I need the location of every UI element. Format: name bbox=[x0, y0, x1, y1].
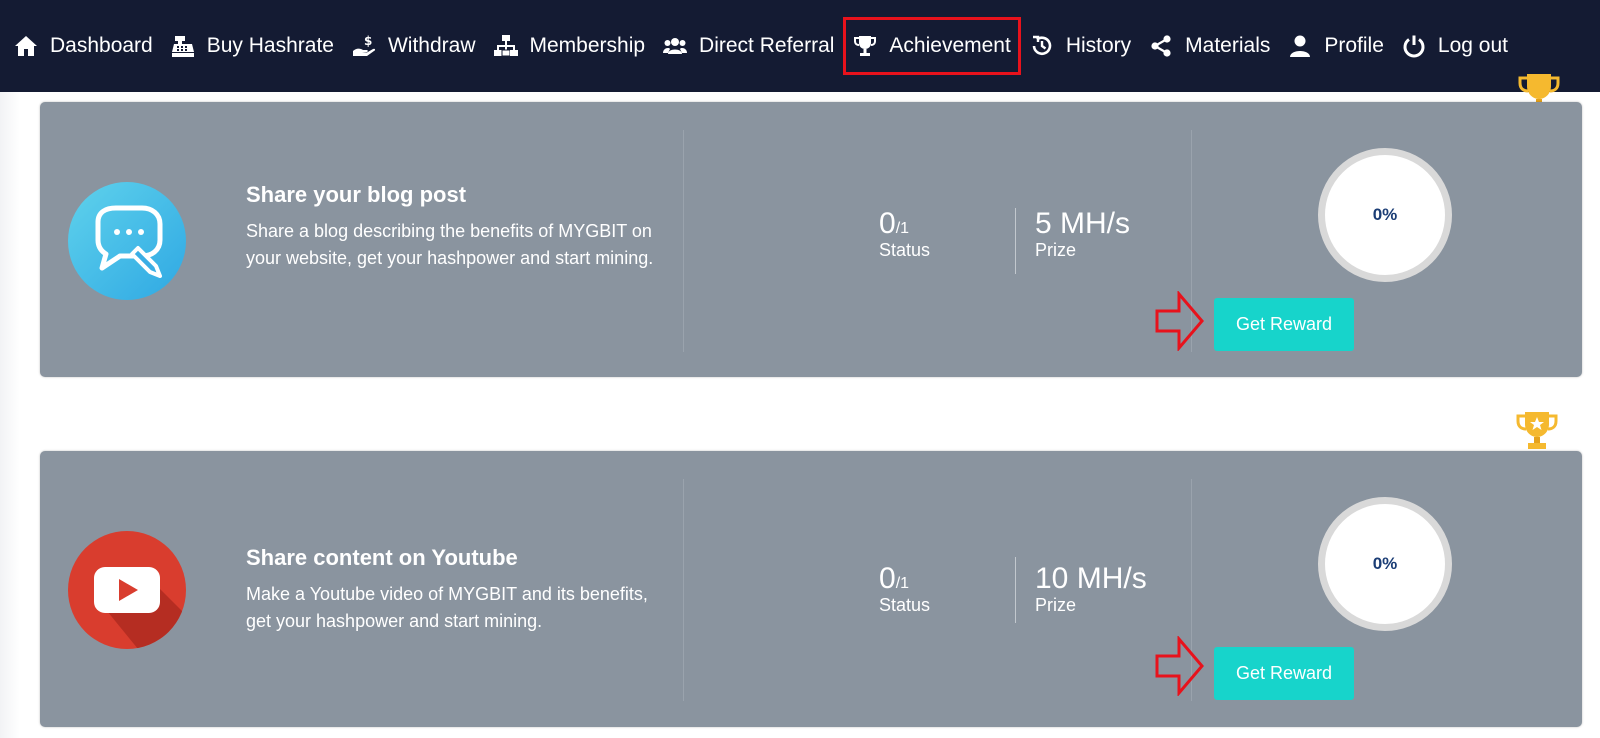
power-icon bbox=[1402, 34, 1426, 58]
hand-dollar-icon: $ bbox=[352, 34, 376, 58]
nav-withdraw-label: Withdraw bbox=[387, 34, 476, 57]
achievement-card: Share content on Youtube Make a Youtube … bbox=[40, 451, 1582, 727]
prize-value: 5 MH/s bbox=[1035, 207, 1131, 240]
achievement-description: Make a Youtube video of MYGBIT and its b… bbox=[246, 584, 648, 631]
status-value: 0 bbox=[879, 562, 896, 595]
nav-materials[interactable]: Materials bbox=[1140, 17, 1279, 75]
achievement-description: Share a blog describing the benefits of … bbox=[246, 221, 654, 268]
divider bbox=[1015, 208, 1016, 274]
get-reward-button[interactable]: Get Reward bbox=[1214, 298, 1354, 351]
trophy-icon bbox=[853, 34, 877, 58]
trophy-icon bbox=[1515, 408, 1559, 452]
nav-membership[interactable]: Membership bbox=[485, 17, 655, 75]
achievement-card: Share your blog post Share a blog descri… bbox=[40, 102, 1582, 377]
nav-membership-label: Membership bbox=[529, 34, 646, 57]
nav-achievement[interactable]: Achievement bbox=[843, 17, 1021, 75]
prize-value: 10 MH/s bbox=[1035, 562, 1147, 595]
nav-profile[interactable]: Profile bbox=[1279, 17, 1393, 75]
nav-achievement-label: Achievement bbox=[889, 34, 1011, 57]
nav-dashboard-label: Dashboard bbox=[50, 34, 153, 57]
nav-withdraw[interactable]: $ Withdraw bbox=[343, 17, 485, 75]
status-stat: 0/1 Status bbox=[879, 562, 931, 616]
annotation-arrow-icon bbox=[1155, 634, 1205, 698]
annotation-arrow-icon bbox=[1155, 289, 1205, 353]
status-label: Status bbox=[879, 595, 931, 615]
nav-direct-referral[interactable]: Direct Referral bbox=[654, 17, 843, 75]
chat-edit-icon bbox=[68, 182, 186, 300]
achievement-title: Share content on Youtube bbox=[246, 545, 518, 570]
user-icon bbox=[1288, 34, 1312, 58]
nav-history-label: History bbox=[1065, 34, 1132, 57]
status-label: Status bbox=[879, 240, 931, 260]
nav-materials-label: Materials bbox=[1185, 34, 1271, 57]
nav-logout[interactable]: Log out bbox=[1393, 17, 1517, 75]
status-total: /1 bbox=[895, 575, 910, 592]
progress-circle: 0% bbox=[1318, 497, 1452, 631]
nav-direct-referral-label: Direct Referral bbox=[699, 34, 835, 57]
prize-label: Prize bbox=[1035, 240, 1077, 260]
top-navbar: Dashboard Buy Hashrate $ Withdraw Member… bbox=[0, 0, 1600, 92]
prize-label: Prize bbox=[1035, 595, 1077, 615]
users-icon bbox=[663, 34, 688, 58]
divider bbox=[1015, 557, 1016, 623]
sitemap-icon bbox=[493, 34, 518, 58]
prize-stat: 10 MH/s Prize bbox=[1035, 562, 1147, 616]
status-total: /1 bbox=[895, 220, 910, 237]
divider bbox=[683, 479, 684, 701]
status-stat: 0/1 Status bbox=[879, 207, 931, 261]
divider bbox=[683, 130, 684, 352]
nav-buy-hashrate[interactable]: Buy Hashrate bbox=[162, 17, 343, 75]
share-icon bbox=[1149, 34, 1173, 58]
get-reward-button[interactable]: Get Reward bbox=[1214, 647, 1354, 700]
svg-text:$: $ bbox=[364, 34, 372, 48]
nav-logout-label: Log out bbox=[1437, 34, 1508, 57]
youtube-icon bbox=[68, 531, 186, 649]
progress-circle: 0% bbox=[1318, 148, 1452, 282]
status-value: 0 bbox=[879, 207, 896, 240]
prize-stat: 5 MH/s Prize bbox=[1035, 207, 1131, 261]
achievement-title: Share your blog post bbox=[246, 182, 467, 207]
nav-dashboard[interactable]: Dashboard bbox=[14, 17, 162, 75]
nav-profile-label: Profile bbox=[1324, 34, 1384, 57]
nav-buy-hashrate-label: Buy Hashrate bbox=[206, 34, 334, 57]
nav-history[interactable]: History bbox=[1021, 17, 1140, 75]
cash-register-icon bbox=[171, 34, 195, 58]
history-icon bbox=[1030, 34, 1054, 58]
home-icon bbox=[14, 34, 38, 58]
page-left-shadow bbox=[0, 92, 20, 738]
